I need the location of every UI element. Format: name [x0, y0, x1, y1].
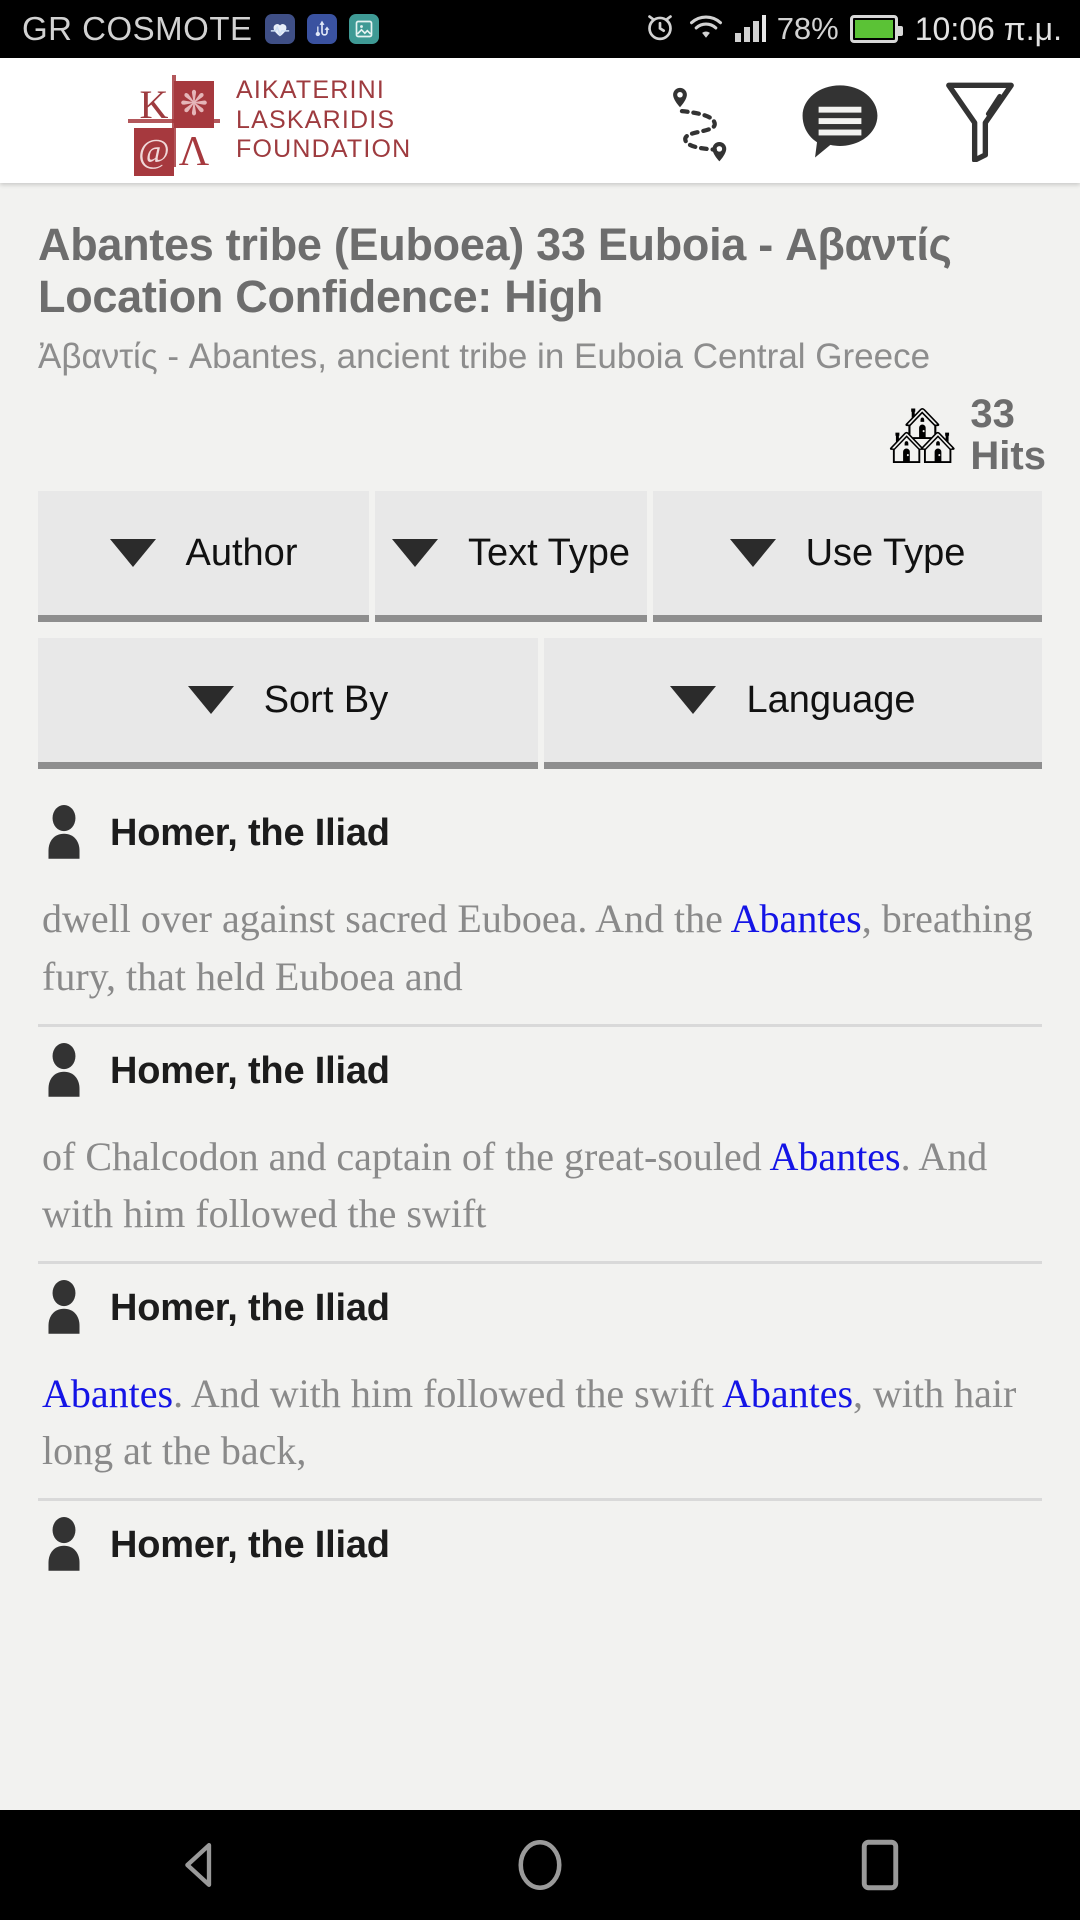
back-button[interactable] — [165, 1830, 235, 1900]
wifi-icon — [688, 12, 724, 47]
person-icon — [40, 803, 88, 864]
snippet-keyword-link[interactable]: Abantes — [770, 1134, 901, 1179]
filter-row-secondary: Sort By Language — [0, 638, 1080, 770]
logo-quadrant-at: @ — [134, 127, 174, 176]
spinner-sort-by-label: Sort By — [263, 678, 389, 721]
brand-line-2: LASKARIDIS — [236, 105, 396, 134]
system-nav-bar — [0, 1810, 1080, 1920]
result-author-row: Homer, the Iliad — [38, 789, 1042, 874]
result-author-row: Homer, the Iliad — [38, 1264, 1042, 1349]
spinner-text-type[interactable]: Text Type — [375, 491, 647, 623]
result-author-row: Homer, the Iliad — [38, 1501, 1042, 1586]
spinner-author[interactable]: Author — [38, 491, 369, 623]
home-button[interactable] — [505, 1830, 575, 1900]
result-author-label: Homer, the Iliad — [110, 1523, 390, 1566]
snippet-keyword-link[interactable]: Abantes — [42, 1371, 173, 1416]
status-bar: GR COSMOTE 78% 10:06 π.μ. — [0, 0, 1080, 58]
person-icon — [40, 1041, 88, 1102]
page-subtitle: Ἀβαντίς - Abantes, ancient tribe in Eubo… — [38, 337, 931, 377]
alarm-icon — [643, 10, 677, 49]
chevron-down-icon — [109, 539, 156, 568]
snippet-text: dwell over against sacred Euboea. And th… — [42, 896, 731, 942]
phone-screen: GR COSMOTE 78% 10:06 π.μ. K ❋ @ Λ AIKATE… — [0, 0, 1080, 1920]
spinner-use-type[interactable]: Use Type — [653, 491, 1042, 623]
status-bar-right: 78% 10:06 π.μ. — [643, 10, 1062, 49]
result-snippet: of Chalcodon and captain of the great-so… — [38, 1112, 1042, 1261]
results-list: Homer, the Iliad dwell over against sacre… — [0, 789, 1080, 1586]
result-item[interactable]: Homer, the Iliad Abantes. And with him fo… — [38, 1264, 1042, 1498]
filter-funnel-icon[interactable] — [938, 79, 1022, 163]
app-bar-actions — [658, 79, 1022, 163]
main-content: Abantes tribe (Euboea) 33 Euboia - Αβαντ… — [0, 183, 1080, 1810]
hits-count-label: Hits — [970, 433, 1046, 478]
result-item[interactable]: Homer, the Iliad dwell over against sacre… — [38, 789, 1042, 1023]
result-author-label: Homer, the Iliad — [110, 812, 390, 855]
spinner-language-label: Language — [746, 678, 916, 721]
snippet-text: . And with him followed the swift — [173, 1370, 722, 1416]
result-snippet: dwell over against sacred Euboea. And th… — [38, 874, 1042, 1023]
status-bar-left: GR COSMOTE — [22, 10, 379, 48]
spinner-use-type-label: Use Type — [805, 531, 966, 574]
snippet-keyword-link[interactable]: Abantes — [731, 896, 862, 941]
result-item[interactable]: Homer, the Iliad — [38, 1501, 1042, 1586]
spinner-author-label: Author — [185, 531, 298, 574]
battery-icon — [849, 15, 903, 43]
chevron-down-icon — [187, 686, 234, 715]
snippet-keyword-link[interactable]: Abantes — [722, 1371, 853, 1416]
chat-bubble-icon[interactable] — [798, 79, 882, 163]
result-author-label: Homer, the Iliad — [110, 1286, 390, 1329]
result-snippet: Abantes. And with him followed the swift… — [38, 1349, 1042, 1498]
usb-icon — [306, 14, 337, 44]
brand-line-1: AIKATERINI — [236, 76, 386, 105]
chevron-down-icon — [392, 539, 439, 568]
logo-quadrant-lambda: Λ — [174, 127, 214, 176]
brand-logo[interactable]: K ❋ @ Λ AIKATERINI LASKARIDIS FOUNDATION — [128, 74, 411, 176]
page-title: Abantes tribe (Euboea) 33 Euboia - Αβαντ… — [38, 219, 952, 323]
spinner-text-type-label: Text Type — [468, 531, 630, 574]
result-item[interactable]: Homer, the Iliad of Chalcodon and captain… — [38, 1027, 1042, 1261]
snippet-text: of Chalcodon and captain of the great-so… — [42, 1133, 770, 1179]
hits-count-value: 33 — [970, 392, 1015, 437]
clock-label: 10:06 π.μ. — [914, 10, 1062, 47]
gallery-icon — [348, 14, 379, 44]
hits-count: 33 Hits — [970, 392, 1046, 478]
filter-row-primary: Author Text Type Use Type — [0, 491, 1080, 623]
spinner-sort-by[interactable]: Sort By — [38, 638, 538, 770]
brand-line-3: FOUNDATION — [236, 135, 412, 164]
battery-percent-label: 78% — [776, 11, 839, 46]
result-author-label: Homer, the Iliad — [110, 1049, 390, 1092]
signal-icon — [734, 15, 766, 42]
buildings-icon: 🏘 — [887, 405, 957, 466]
recents-button[interactable] — [845, 1830, 915, 1900]
route-pins-icon[interactable] — [658, 79, 742, 163]
heart-rate-icon — [264, 14, 295, 44]
hits-badge: 🏘 33 Hits — [0, 386, 1080, 477]
person-icon — [40, 1278, 88, 1339]
app-bar: K ❋ @ Λ AIKATERINI LASKARIDIS FOUNDATION — [0, 58, 1080, 183]
spinner-language[interactable]: Language — [544, 638, 1042, 770]
chevron-down-icon — [729, 539, 776, 568]
result-author-row: Homer, the Iliad — [38, 1027, 1042, 1112]
chevron-down-icon — [670, 686, 717, 715]
brand-name: AIKATERINI LASKARIDIS FOUNDATION — [236, 76, 411, 165]
carrier-label: GR COSMOTE — [22, 10, 253, 47]
place-header: Abantes tribe (Euboea) 33 Euboia - Αβαντ… — [0, 183, 1080, 380]
person-icon — [40, 1515, 88, 1576]
foundation-logo-icon: K ❋ @ Λ — [128, 74, 220, 176]
